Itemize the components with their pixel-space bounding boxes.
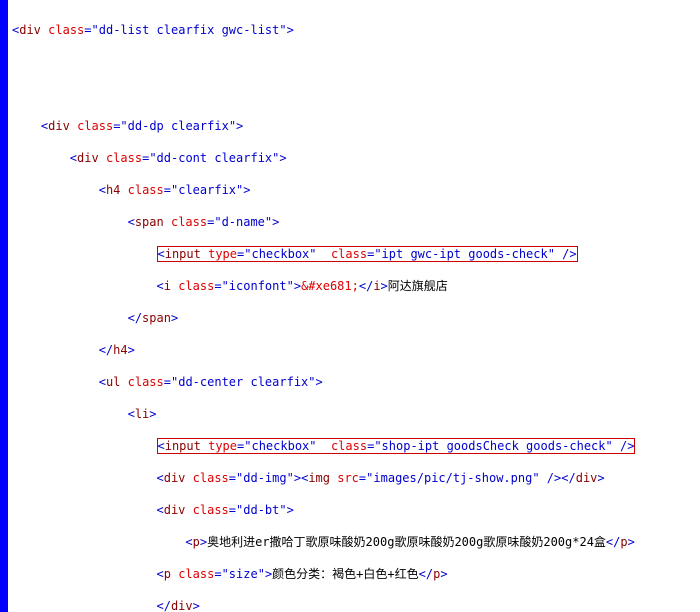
code-line: <div class="dd-cont clearfix"> [12, 150, 700, 166]
code-line [12, 86, 700, 102]
code-line: <i class="iconfont">&#xe681;</i>阿达旗舰店 [12, 278, 700, 294]
code-line: </div> [12, 598, 700, 612]
code-line [12, 54, 700, 70]
code-line-highlight: <input type="checkbox" class="ipt gwc-ip… [12, 246, 700, 262]
code-line: <ul class="dd-center clearfix"> [12, 374, 700, 390]
code-line-highlight: <input type="checkbox" class="shop-ipt g… [12, 438, 700, 454]
code-line: <p>奥地利进er撒哈丁歌原味酸奶200g歌原味酸奶200g歌原味酸奶200g*… [12, 534, 700, 550]
code-editor: <div class="dd-list clearfix gwc-list"> … [0, 0, 700, 612]
code-line: </span> [12, 310, 700, 326]
code-line: <div class="dd-img"><img src="images/pic… [12, 470, 700, 486]
code-line: <div class="dd-list clearfix gwc-list"> [12, 22, 700, 38]
code-line: <p class="size">颜色分类：褐色+白色+红色</p> [12, 566, 700, 582]
code-line: <div class="dd-dp clearfix"> [12, 118, 700, 134]
code-line: </h4> [12, 342, 700, 358]
highlight-box: <input type="checkbox" class="shop-ipt g… [157, 438, 636, 454]
code-line: <span class="d-name"> [12, 214, 700, 230]
code-line: <li> [12, 406, 700, 422]
code-line: <div class="dd-bt"> [12, 502, 700, 518]
code-line: <h4 class="clearfix"> [12, 182, 700, 198]
highlight-box: <input type="checkbox" class="ipt gwc-ip… [157, 246, 578, 262]
